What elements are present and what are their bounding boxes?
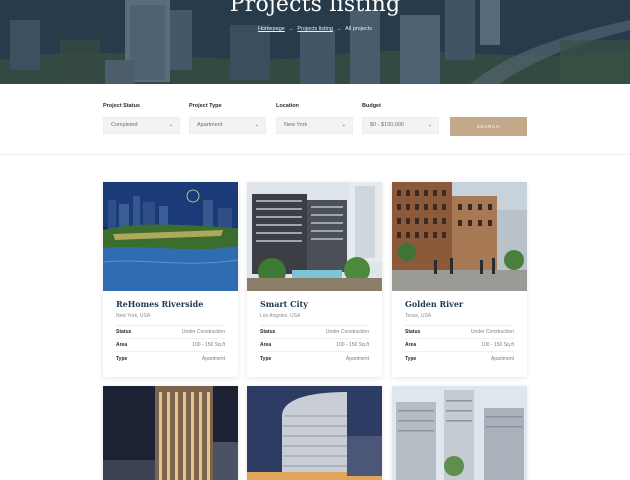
breadcrumb-separator: → [288, 26, 294, 32]
project-title[interactable]: Golden River [405, 299, 514, 309]
area-row: Area 100 - 150 Sq.ft [116, 339, 225, 352]
project-image[interactable] [103, 182, 238, 291]
project-card[interactable]: Smart City Los Angeles, USA Status Under… [247, 182, 382, 377]
row-value: Apartment [490, 355, 514, 362]
filter-label: Location [276, 103, 299, 109]
filter-label: Budget [362, 103, 381, 109]
project-image[interactable] [103, 386, 238, 480]
breadcrumb-projects-link[interactable]: Projects listing [297, 26, 332, 32]
row-value: 100 - 150 Sq.ft [336, 342, 369, 348]
filter-budget: Budget $0 - $100,000 ⌄ [362, 103, 439, 134]
project-card[interactable]: Golden River Texas, USA Status Under Con… [392, 182, 527, 377]
status-row: Status Under Construction [260, 326, 369, 339]
select-value: Completed [111, 122, 138, 128]
card-body: Smart City Los Angeles, USA Status Under… [247, 291, 382, 377]
chevron-down-icon: ⌄ [341, 122, 346, 128]
row-key: Area [260, 342, 272, 348]
filter-location: Location New York ⌄ [276, 103, 353, 134]
row-key: Type [260, 355, 272, 362]
card-body: ReHomes Riverside New York, USA Status U… [103, 291, 238, 377]
select-value: Apartment [197, 122, 223, 128]
area-row: Area 100 - 150 Sq.ft [405, 339, 514, 352]
project-title[interactable]: Smart City [260, 299, 369, 309]
row-key: Status [405, 329, 421, 335]
breadcrumb-home-link[interactable]: Homepage [258, 26, 285, 32]
chevron-down-icon: ⌄ [254, 122, 259, 128]
row-value: Under Construction [181, 329, 225, 335]
row-value: Under Construction [470, 329, 514, 335]
budget-select[interactable]: $0 - $100,000 ⌄ [362, 117, 439, 134]
filter-label: Project Status [103, 103, 140, 109]
row-value: 100 - 150 Sq.ft [481, 342, 514, 348]
filter-label: Project Type [189, 103, 222, 109]
breadcrumb-separator: → [336, 26, 342, 32]
filter-project-status: Project Status Completed ⌄ [103, 103, 180, 134]
hero-banner: Projects listing Homepage → Projects lis… [0, 0, 630, 84]
project-image[interactable] [392, 182, 527, 291]
row-value: Apartment [201, 355, 225, 362]
row-key: Area [405, 342, 417, 348]
project-card[interactable] [103, 386, 238, 480]
status-row: Status Under Construction [116, 326, 225, 339]
select-value: $0 - $100,000 [370, 122, 404, 128]
row-key: Status [260, 329, 276, 335]
project-image[interactable] [392, 386, 527, 480]
section-divider [0, 154, 630, 155]
row-key: Area [116, 342, 128, 348]
breadcrumb-current: All projects [345, 26, 373, 32]
row-value: 100 - 150 Sq.ft [192, 342, 225, 348]
project-status-select[interactable]: Completed ⌄ [103, 117, 180, 134]
search-button[interactable]: SEARCH [450, 117, 527, 136]
project-location: Texas, USA [405, 313, 432, 319]
project-image[interactable] [247, 386, 382, 480]
row-key: Type [405, 355, 417, 362]
breadcrumb: Homepage → Projects listing → All projec… [0, 26, 630, 32]
status-row: Status Under Construction [405, 326, 514, 339]
project-type-select[interactable]: Apartment ⌄ [189, 117, 266, 134]
chevron-down-icon: ⌄ [168, 122, 173, 128]
card-body: Golden River Texas, USA Status Under Con… [392, 291, 527, 377]
project-card[interactable] [247, 386, 382, 480]
type-row: Type Apartment [405, 352, 514, 365]
project-title[interactable]: ReHomes Riverside [116, 299, 225, 309]
project-card[interactable]: ReHomes Riverside New York, USA Status U… [103, 182, 238, 377]
row-value: Apartment [345, 355, 369, 362]
search-filters: Project Status Completed ⌄ Project Type … [0, 103, 630, 143]
row-key: Type [116, 355, 128, 362]
type-row: Type Apartment [260, 352, 369, 365]
select-value: New York [284, 122, 308, 128]
filter-project-type: Project Type Apartment ⌄ [189, 103, 266, 134]
project-image[interactable] [247, 182, 382, 291]
location-select[interactable]: New York ⌄ [276, 117, 353, 134]
row-value: Under Construction [325, 329, 369, 335]
project-card[interactable] [392, 386, 527, 480]
chevron-down-icon: ⌄ [427, 122, 432, 128]
area-row: Area 100 - 150 Sq.ft [260, 339, 369, 352]
project-location: New York, USA [116, 313, 151, 319]
project-location: Los Angeles, USA [260, 313, 301, 319]
row-key: Status [116, 329, 132, 335]
page-title: Projects listing [229, 0, 401, 17]
type-row: Type Apartment [116, 352, 225, 365]
